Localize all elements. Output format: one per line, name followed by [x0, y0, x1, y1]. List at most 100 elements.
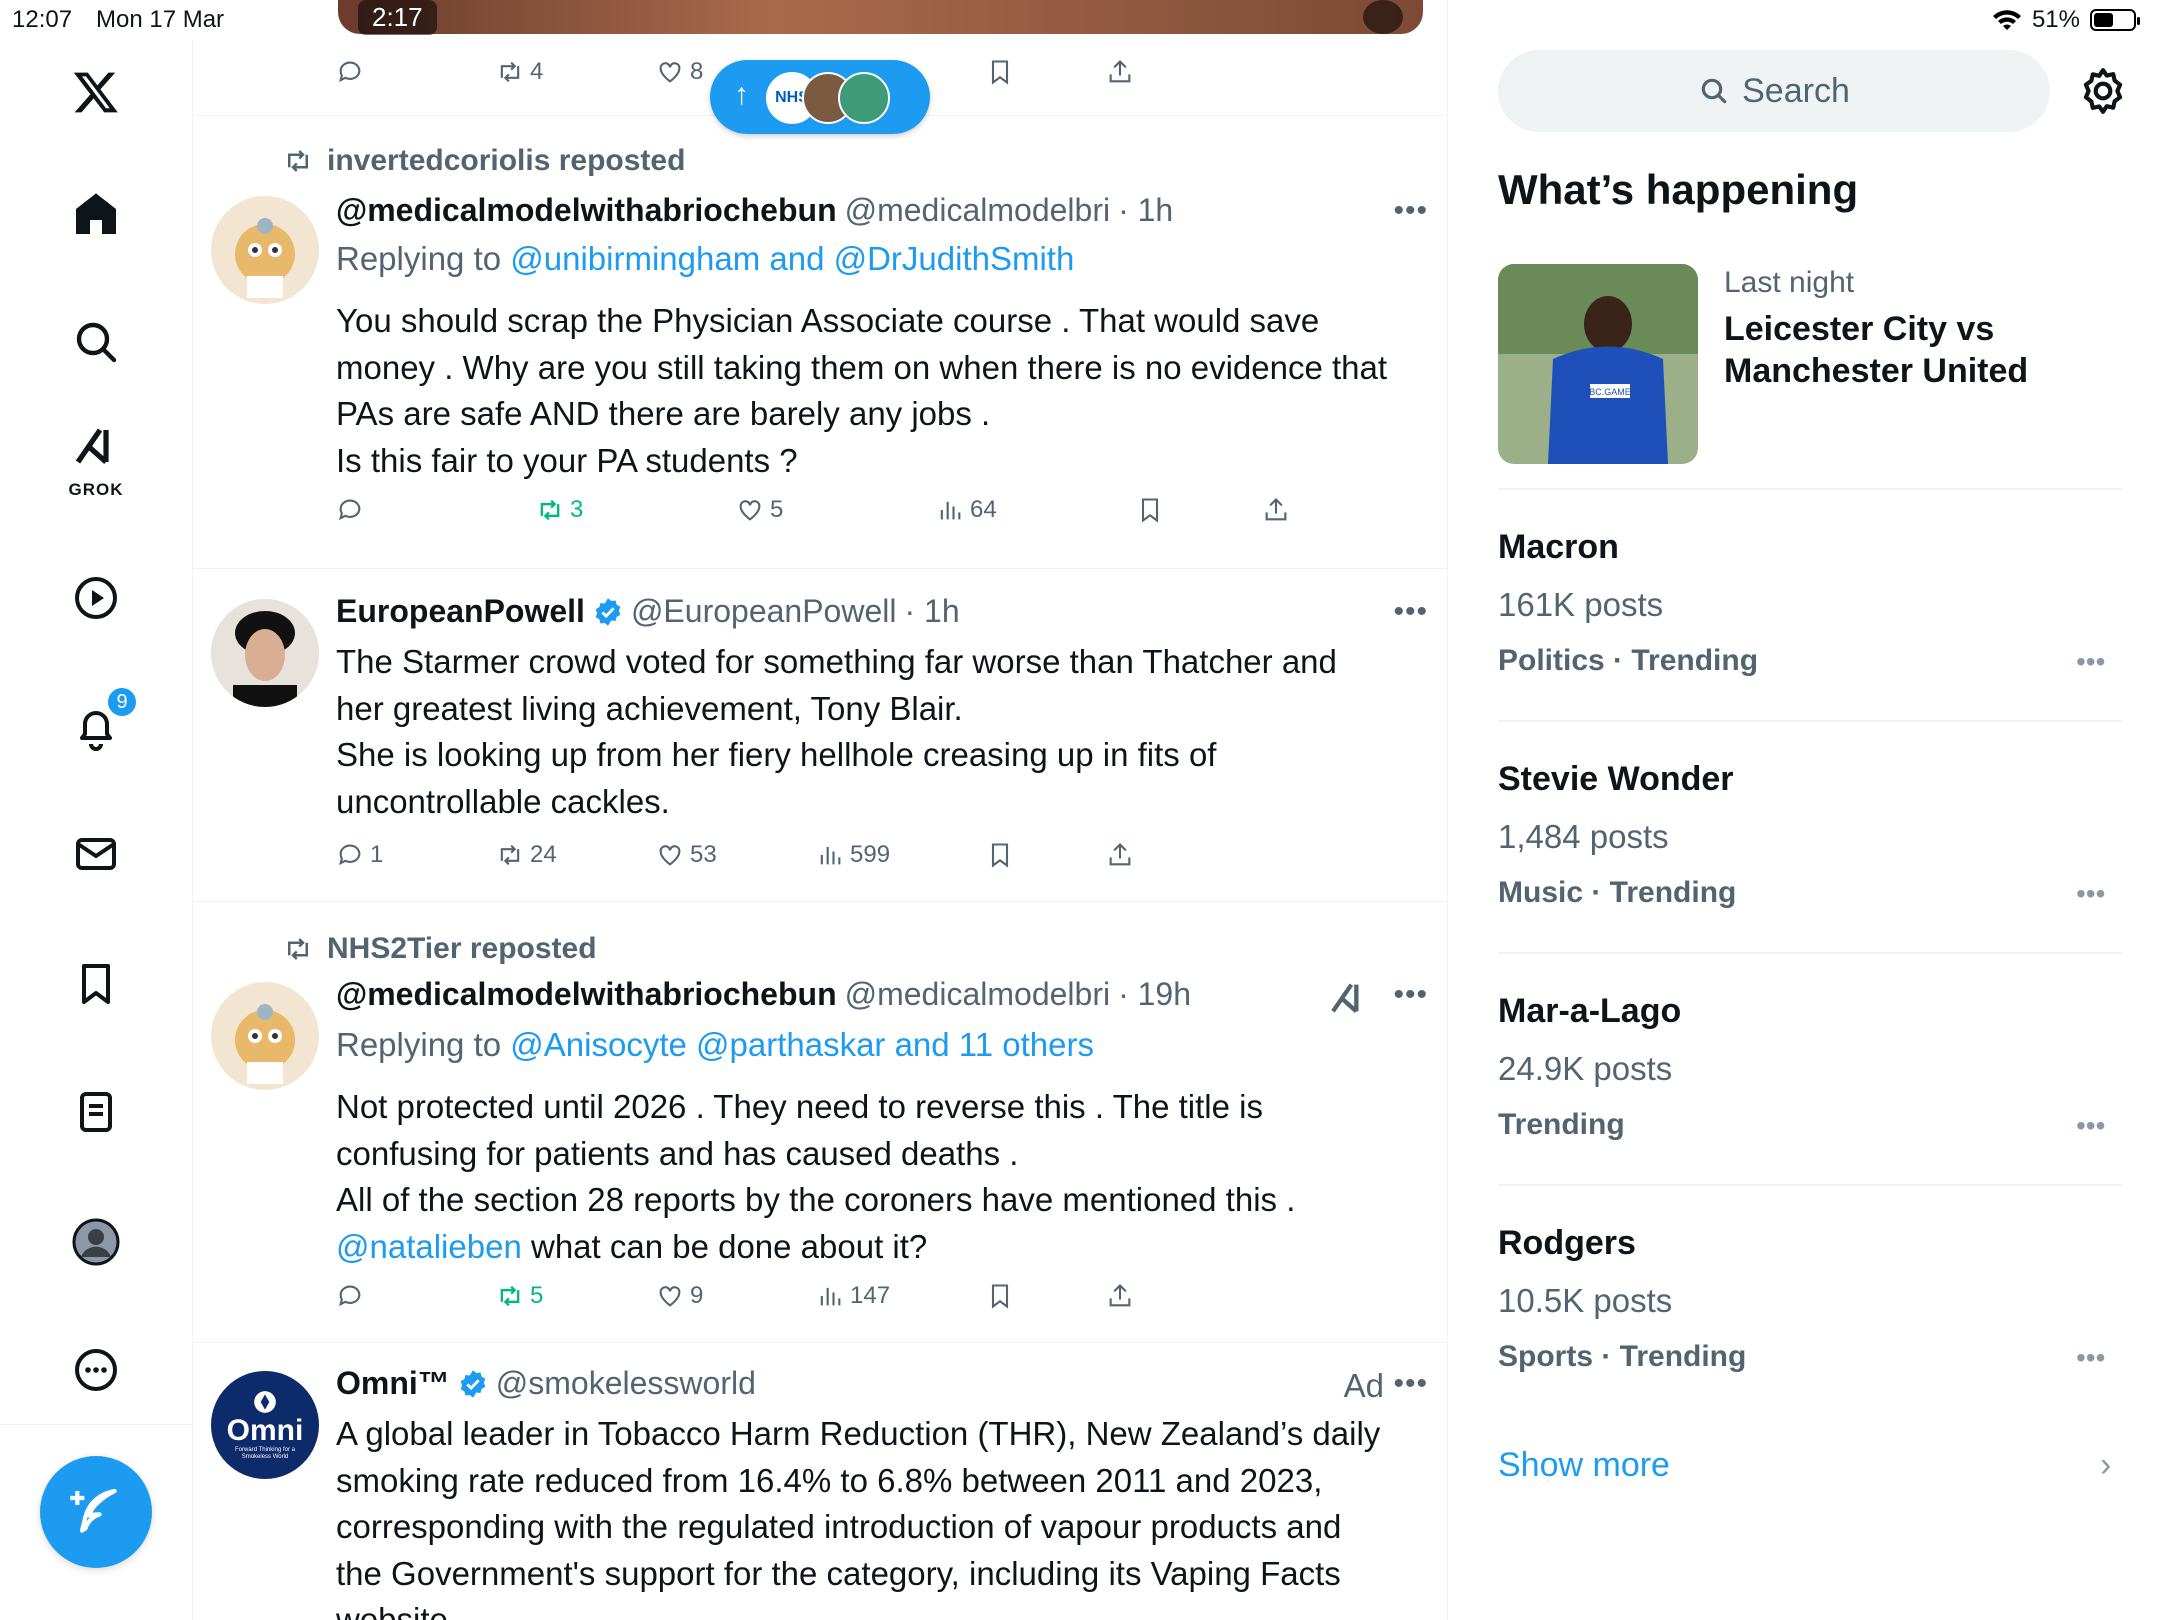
- share-button[interactable]: [1106, 58, 1134, 86]
- like-button[interactable]: 5: [736, 496, 783, 524]
- trend-headline[interactable]: Leicester City vs Manchester United: [1724, 308, 2124, 392]
- author-handle[interactable]: @medicalmodelbri: [845, 976, 1110, 1013]
- bookmarks-icon[interactable]: [66, 954, 126, 1014]
- repost-context: invertedcoriolis reposted: [283, 144, 685, 178]
- search-icon: [1701, 78, 1727, 104]
- avatar[interactable]: [211, 982, 319, 1090]
- author-name[interactable]: @medicalmodelwithabriochebun: [336, 976, 837, 1013]
- more-icon[interactable]: •••: [1393, 194, 1428, 228]
- reply-mentions-link[interactable]: @Anisocyte @parthaskar and 11 others: [510, 1026, 1094, 1063]
- compose-post-button[interactable]: [40, 1456, 152, 1568]
- trend-post-count: 161K posts: [1498, 586, 1664, 623]
- trend-post-count: 10.5K posts: [1498, 1282, 1673, 1319]
- repost-by-label: NHS2Tier reposted: [327, 932, 597, 965]
- mention-link[interactable]: @natalieben: [336, 1228, 522, 1265]
- reply-mentions-link[interactable]: @unibirmingham and @DrJudithSmith: [510, 240, 1074, 277]
- share-button[interactable]: [1106, 841, 1134, 869]
- reply-icon: [339, 61, 361, 83]
- post-time: · 1h: [904, 593, 960, 629]
- share-button[interactable]: [1106, 1282, 1134, 1310]
- trend-title[interactable]: Macron: [1498, 528, 1619, 567]
- like-button[interactable]: 8: [656, 58, 703, 86]
- views-chart-icon: [820, 846, 841, 865]
- author-handle[interactable]: @medicalmodelbri: [845, 192, 1110, 229]
- more-options-icon[interactable]: [66, 1340, 126, 1400]
- tweet-text-line: website.: [336, 1601, 458, 1620]
- views-button[interactable]: 64: [936, 496, 997, 524]
- grok-icon[interactable]: [1328, 978, 1368, 1018]
- tweet-text: A global leader in Tobacco Harm Reductio…: [336, 1411, 1426, 1620]
- chevron-right-icon: ›: [2100, 1446, 2112, 1484]
- replying-to: Replying to @unibirmingham and @DrJudith…: [336, 240, 1074, 278]
- reply-button[interactable]: [336, 1282, 364, 1310]
- trend-title[interactable]: Stevie Wonder: [1498, 760, 1734, 799]
- author-name[interactable]: @medicalmodelwithabriochebun: [336, 192, 837, 229]
- trend-category: Politics · Trending: [1498, 644, 1759, 677]
- bookmark-button[interactable]: [986, 841, 1014, 869]
- settings-gear-icon[interactable]: [2078, 66, 2128, 116]
- messages-mail-icon[interactable]: [66, 824, 126, 884]
- nav-divider: [0, 1424, 193, 1425]
- reply-button[interactable]: [336, 496, 364, 524]
- trend-more-icon[interactable]: •••: [2076, 1342, 2105, 1374]
- promoted-tweet[interactable]: Omni Forward Thinking for a Smokeless Wo…: [193, 1343, 1447, 1620]
- trend-more-icon[interactable]: •••: [2076, 1110, 2105, 1142]
- repost-icon: [288, 938, 308, 960]
- search-icon[interactable]: [66, 312, 126, 372]
- repost-count: 5: [530, 1282, 544, 1309]
- profile-avatar-icon[interactable]: [66, 1212, 126, 1272]
- arrow-up-icon: ↑: [734, 78, 749, 111]
- divider: [1498, 720, 2122, 722]
- trend-thumbnail[interactable]: BC.GAME: [1498, 264, 1698, 464]
- home-icon[interactable]: [66, 184, 126, 244]
- more-icon[interactable]: •••: [1393, 595, 1428, 629]
- tweet[interactable]: EuropeanPowell @EuropeanPowell · 1h ••• …: [193, 569, 1447, 902]
- author-handle[interactable]: @EuropeanPowell: [631, 593, 897, 630]
- grok-icon[interactable]: [66, 416, 126, 476]
- search-input[interactable]: Search: [1498, 50, 2050, 132]
- views-button[interactable]: 147: [816, 1282, 890, 1310]
- like-button[interactable]: 53: [656, 841, 717, 869]
- grok-label: GROK: [68, 480, 124, 499]
- more-icon[interactable]: •••: [1393, 978, 1428, 1012]
- repost-button[interactable]: 24: [496, 841, 557, 869]
- share-button[interactable]: [1262, 496, 1290, 524]
- video-play-icon[interactable]: [66, 568, 126, 628]
- avatar[interactable]: Omni Forward Thinking for a Smokeless Wo…: [211, 1371, 319, 1479]
- trend-title[interactable]: Rodgers: [1498, 1224, 1636, 1263]
- repost-button[interactable]: 4: [496, 58, 543, 86]
- repost-icon: [540, 499, 560, 521]
- more-icon[interactable]: •••: [1393, 1367, 1428, 1401]
- x-logo-icon[interactable]: [66, 62, 126, 122]
- reply-button[interactable]: 1: [336, 841, 383, 869]
- trend-category: Music · Trending: [1498, 876, 1737, 909]
- avatar[interactable]: [211, 196, 319, 304]
- heart-icon: [659, 1286, 681, 1307]
- author-handle[interactable]: @smokelessworld: [496, 1365, 756, 1402]
- lists-icon[interactable]: [66, 1082, 126, 1142]
- tweet-text-line: A global leader in Tobacco Harm Reductio…: [336, 1415, 1381, 1452]
- clock: 12:07: [12, 6, 73, 33]
- tweet-text-line: money . Why are you still taking them on…: [336, 348, 1388, 386]
- trend-more-icon[interactable]: •••: [2076, 878, 2105, 910]
- bookmark-button[interactable]: [986, 1282, 1014, 1310]
- trend-more-icon[interactable]: •••: [2076, 646, 2105, 678]
- compose-feather-icon: [70, 1488, 117, 1533]
- tweet-text-line: her greatest living achievement, Tony Bl…: [336, 689, 963, 727]
- reply-button[interactable]: [336, 58, 364, 86]
- views-button[interactable]: 599: [816, 841, 890, 869]
- repost-button[interactable]: 5: [496, 1282, 543, 1310]
- tweet[interactable]: invertedcoriolis reposted @medicalmodelw…: [193, 116, 1447, 569]
- avatar[interactable]: [211, 599, 319, 707]
- author-name[interactable]: EuropeanPowell: [336, 593, 585, 630]
- tweet[interactable]: NHS2Tier reposted @medicalmodelwithabrio…: [193, 902, 1447, 1343]
- trend-title[interactable]: Mar-a-Lago: [1498, 992, 1681, 1031]
- tweet-text-line: The Starmer crowd voted for something fa…: [336, 643, 1337, 680]
- bookmark-button[interactable]: [1136, 496, 1164, 524]
- author-name[interactable]: Omni™: [336, 1365, 450, 1402]
- show-more-link[interactable]: Show more: [1498, 1446, 1670, 1485]
- divider: [1498, 488, 2122, 490]
- bookmark-button[interactable]: [986, 58, 1014, 86]
- like-button[interactable]: 9: [656, 1282, 703, 1310]
- repost-button[interactable]: 3: [536, 496, 583, 524]
